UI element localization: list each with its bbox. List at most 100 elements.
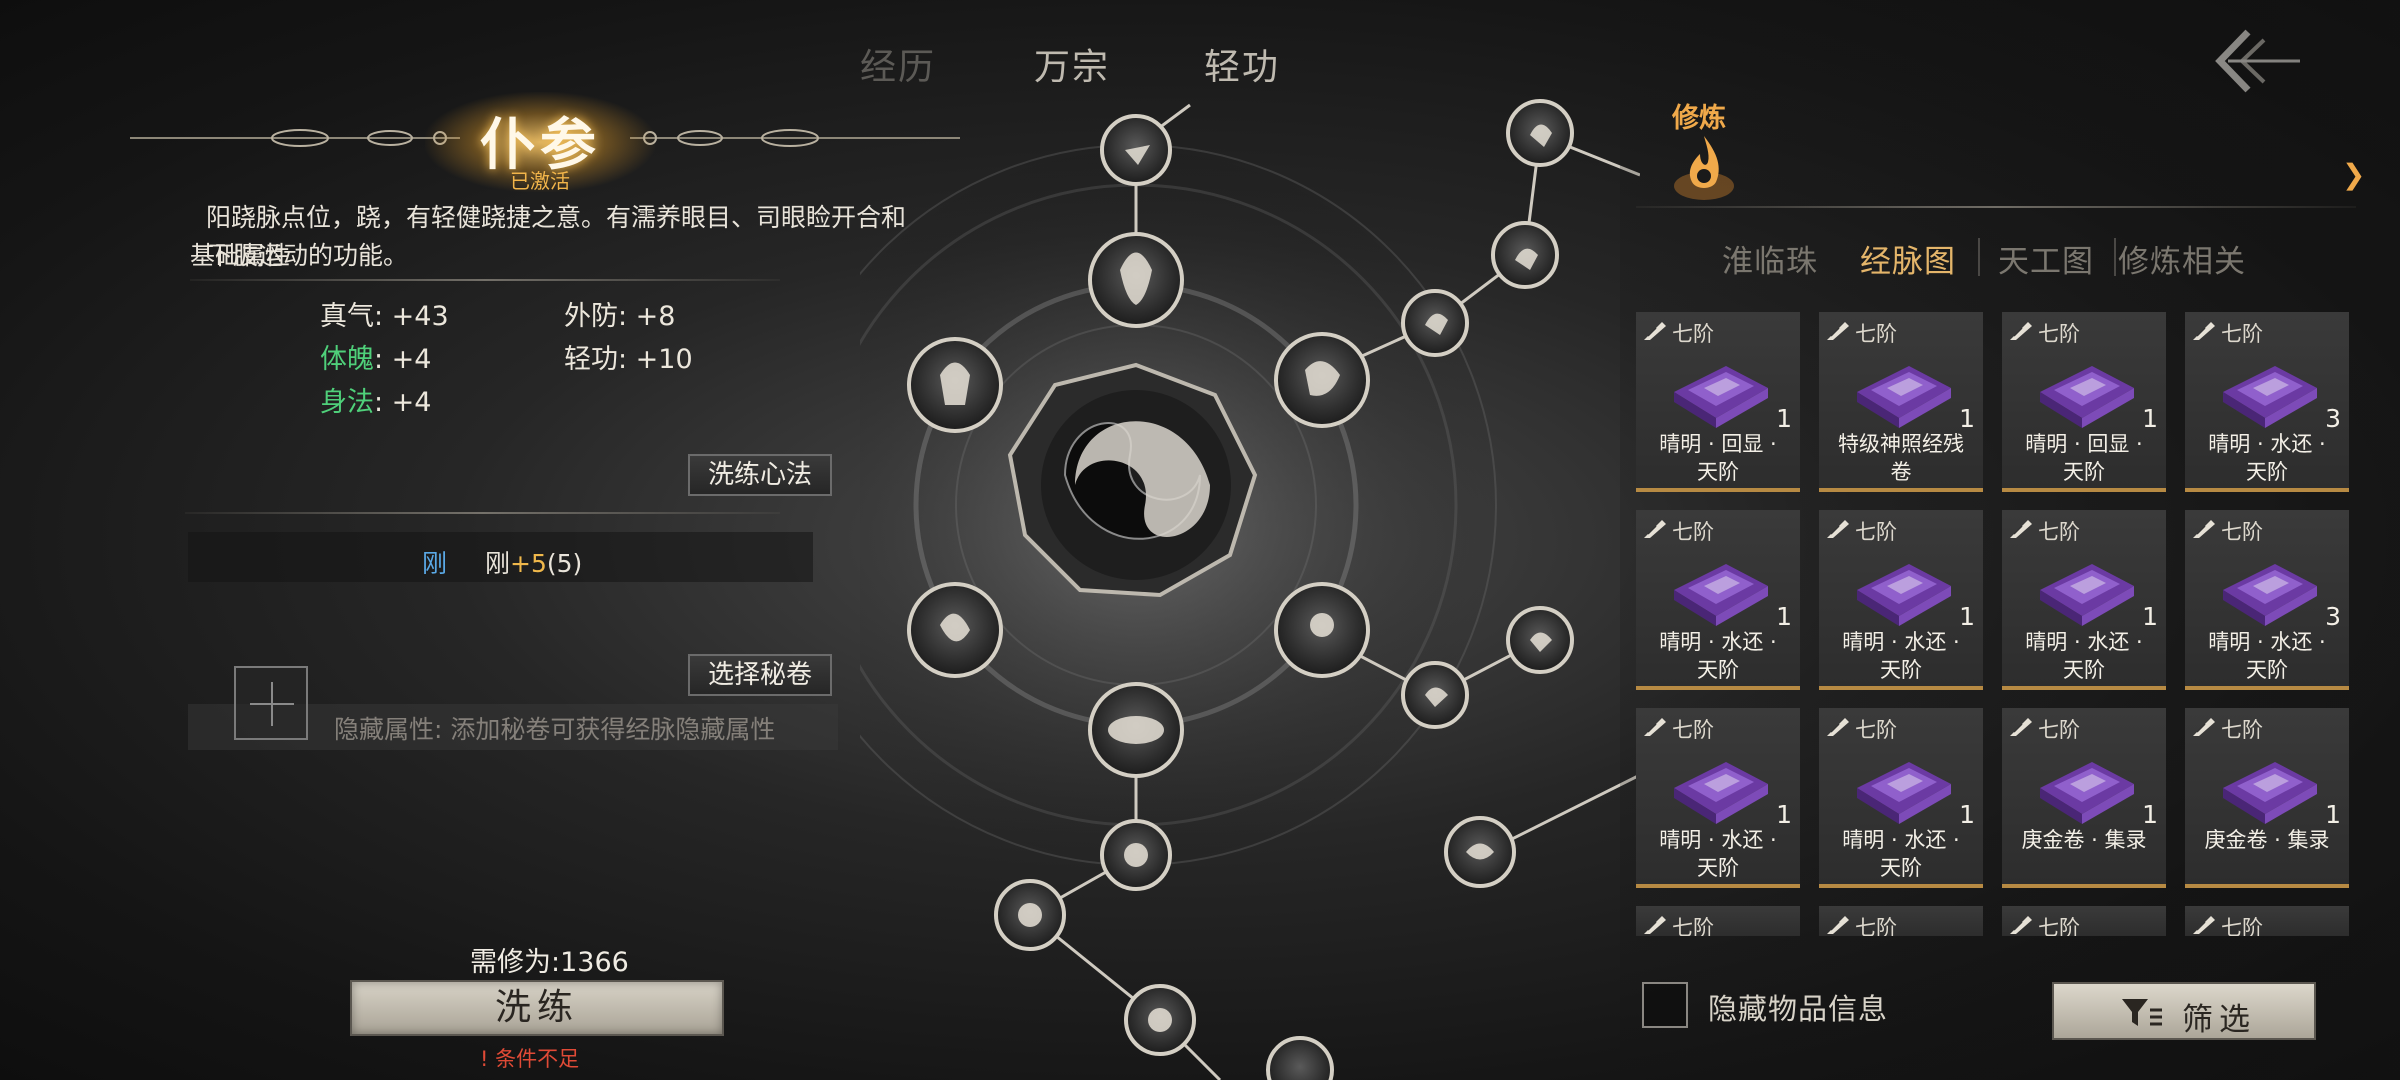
- inventory-item-card[interactable]: 七阶: [2002, 906, 2166, 936]
- item-grade: 七阶: [2221, 520, 2263, 544]
- inventory-item-card[interactable]: 七阶 1 晴明 · 水还 · 天阶: [1819, 708, 1983, 888]
- tab-meridian-map[interactable]: 经脉图: [1860, 236, 1956, 281]
- stat-waifang: 外防: +8: [564, 301, 676, 332]
- scroll-book-icon: [2040, 564, 2134, 626]
- scroll-book-icon: [1674, 762, 1768, 824]
- item-grade: 七阶: [1855, 916, 1897, 936]
- inventory-item-card[interactable]: 七阶 1 晴明 · 水还 · 天阶: [1636, 708, 1800, 888]
- grade-feather-icon: [1644, 520, 1666, 538]
- scroll-book-icon: [1857, 564, 1951, 626]
- grade-feather-icon: [2193, 718, 2215, 736]
- item-count: 1: [1959, 404, 1975, 433]
- tab-wanzong[interactable]: 万宗: [1034, 38, 1110, 90]
- item-count: 1: [2142, 800, 2158, 829]
- grade-feather-icon: [1827, 322, 1849, 340]
- inventory-item-card[interactable]: 七阶 1 庚金卷 · 集录: [2002, 708, 2166, 888]
- item-grade: 七阶: [1672, 520, 1714, 544]
- grade-feather-icon: [1644, 322, 1666, 340]
- item-count: 3: [2325, 602, 2341, 631]
- grade-feather-icon: [2010, 520, 2032, 538]
- grade-feather-icon: [2010, 916, 2032, 934]
- activation-status: 已激活: [510, 169, 570, 193]
- inventory-item-card[interactable]: 七阶: [1819, 906, 1983, 936]
- inventory-item-card[interactable]: 七阶 1 晴明 · 水还 · 天阶: [1636, 510, 1800, 690]
- scroll-book-icon: [2040, 366, 2134, 428]
- grade-feather-icon: [1827, 520, 1849, 538]
- condition-warning: ! 条件不足: [480, 1047, 580, 1071]
- chevron-right-icon[interactable]: ❯: [2342, 158, 2365, 191]
- grade-feather-icon: [2193, 520, 2215, 538]
- item-count: 1: [1776, 404, 1792, 433]
- gang-label: 刚: [422, 549, 448, 578]
- divider: [190, 279, 780, 281]
- grade-feather-icon: [1644, 718, 1666, 736]
- item-grade: 七阶: [1672, 916, 1714, 936]
- tab-experience[interactable]: 经历: [860, 38, 936, 90]
- inventory-item-card[interactable]: 七阶: [2185, 906, 2349, 936]
- tab-qinggong[interactable]: 轻功: [1204, 38, 1280, 90]
- tab-separator: [1978, 238, 1980, 276]
- item-count: 3: [2325, 404, 2341, 433]
- meridian-tree: [860, 99, 1640, 1080]
- grade-feather-icon: [2010, 322, 2032, 340]
- item-count: 1: [2142, 404, 2158, 433]
- hide-info-checkbox[interactable]: [1642, 982, 1688, 1028]
- scroll-book-icon: [2223, 762, 2317, 824]
- tab-huailinzhu[interactable]: 淮临珠: [1722, 236, 1818, 281]
- item-grade: 七阶: [2038, 322, 2080, 346]
- item-count: 1: [2142, 602, 2158, 631]
- item-count: 1: [2325, 800, 2341, 829]
- inventory-item-card[interactable]: 七阶 1 晴明 · 回显 · 天阶: [1636, 312, 1800, 492]
- item-name: 晴明 · 回显 · 天阶: [2025, 432, 2143, 484]
- wash-button[interactable]: 洗练: [350, 980, 724, 1036]
- divider: [1636, 206, 2356, 208]
- gang-value: 刚+5(5): [485, 549, 583, 578]
- item-grade: 七阶: [1855, 520, 1897, 544]
- tab-tiangong-map[interactable]: 天工图: [1998, 236, 2094, 281]
- item-name: 晴明 · 水还 · 天阶: [2025, 630, 2143, 682]
- item-grade: 七阶: [1855, 718, 1897, 742]
- scroll-book-icon: [1857, 762, 1951, 824]
- filter-label: 筛选: [2182, 1002, 2256, 1038]
- item-grade: 七阶: [1672, 322, 1714, 346]
- filter-button[interactable]: 筛选: [2052, 982, 2316, 1040]
- item-grade: 七阶: [2221, 916, 2263, 936]
- scroll-book-icon: [2223, 564, 2317, 626]
- grade-feather-icon: [2193, 916, 2215, 934]
- item-grade: 七阶: [1855, 322, 1897, 346]
- item-count: 1: [1776, 800, 1792, 829]
- item-grade: 七阶: [2038, 718, 2080, 742]
- inventory-item-card[interactable]: 七阶 1 晴明 · 水还 · 天阶: [2002, 510, 2166, 690]
- inventory-item-card[interactable]: 七阶: [1636, 906, 1800, 936]
- item-grade: 七阶: [2038, 520, 2080, 544]
- item-name: 晴明 · 回显 · 天阶: [1659, 432, 1777, 484]
- flame-icon[interactable]: [1672, 130, 1736, 206]
- inventory-item-card[interactable]: 七阶 1 特级神照经残卷: [1819, 312, 1983, 492]
- inventory-item-card[interactable]: 七阶 1 晴明 · 回显 · 天阶: [2002, 312, 2166, 492]
- item-grade: 七阶: [2221, 322, 2263, 346]
- divider: [185, 512, 780, 514]
- item-name: 晴明 · 水还 · 天阶: [1659, 630, 1777, 682]
- item-name: 晴明 · 水还 · 天阶: [2208, 630, 2326, 682]
- scroll-book-icon: [1857, 366, 1951, 428]
- scroll-book-icon: [1674, 564, 1768, 626]
- inventory-item-card[interactable]: 七阶 1 庚金卷 · 集录: [2185, 708, 2349, 888]
- hide-info-label: 隐藏物品信息: [1708, 992, 1889, 1026]
- inventory-item-card[interactable]: 七阶 3 晴明 · 水还 · 天阶: [2185, 312, 2349, 492]
- refine-method-button[interactable]: 洗练心法: [688, 454, 832, 496]
- select-scroll-button[interactable]: 选择秘卷: [688, 654, 832, 696]
- inventory-item-card[interactable]: 七阶 3 晴明 · 水还 · 天阶: [2185, 510, 2349, 690]
- filter-icon: [2122, 999, 2162, 1026]
- item-count: 1: [1959, 602, 1975, 631]
- grade-feather-icon: [2193, 322, 2215, 340]
- grade-feather-icon: [1827, 718, 1849, 736]
- add-scroll-slot[interactable]: [234, 666, 308, 740]
- tab-cultivation-related[interactable]: 修炼相关: [2118, 236, 2246, 281]
- scroll-book-icon: [2223, 366, 2317, 428]
- grade-feather-icon: [1644, 916, 1666, 934]
- grade-feather-icon: [2010, 718, 2032, 736]
- item-name: 特级神照经残卷: [1838, 432, 1964, 484]
- item-name: 晴明 · 水还 · 天阶: [1659, 828, 1777, 880]
- inventory-item-card[interactable]: 七阶 1 晴明 · 水还 · 天阶: [1819, 510, 1983, 690]
- item-grade: 七阶: [1672, 718, 1714, 742]
